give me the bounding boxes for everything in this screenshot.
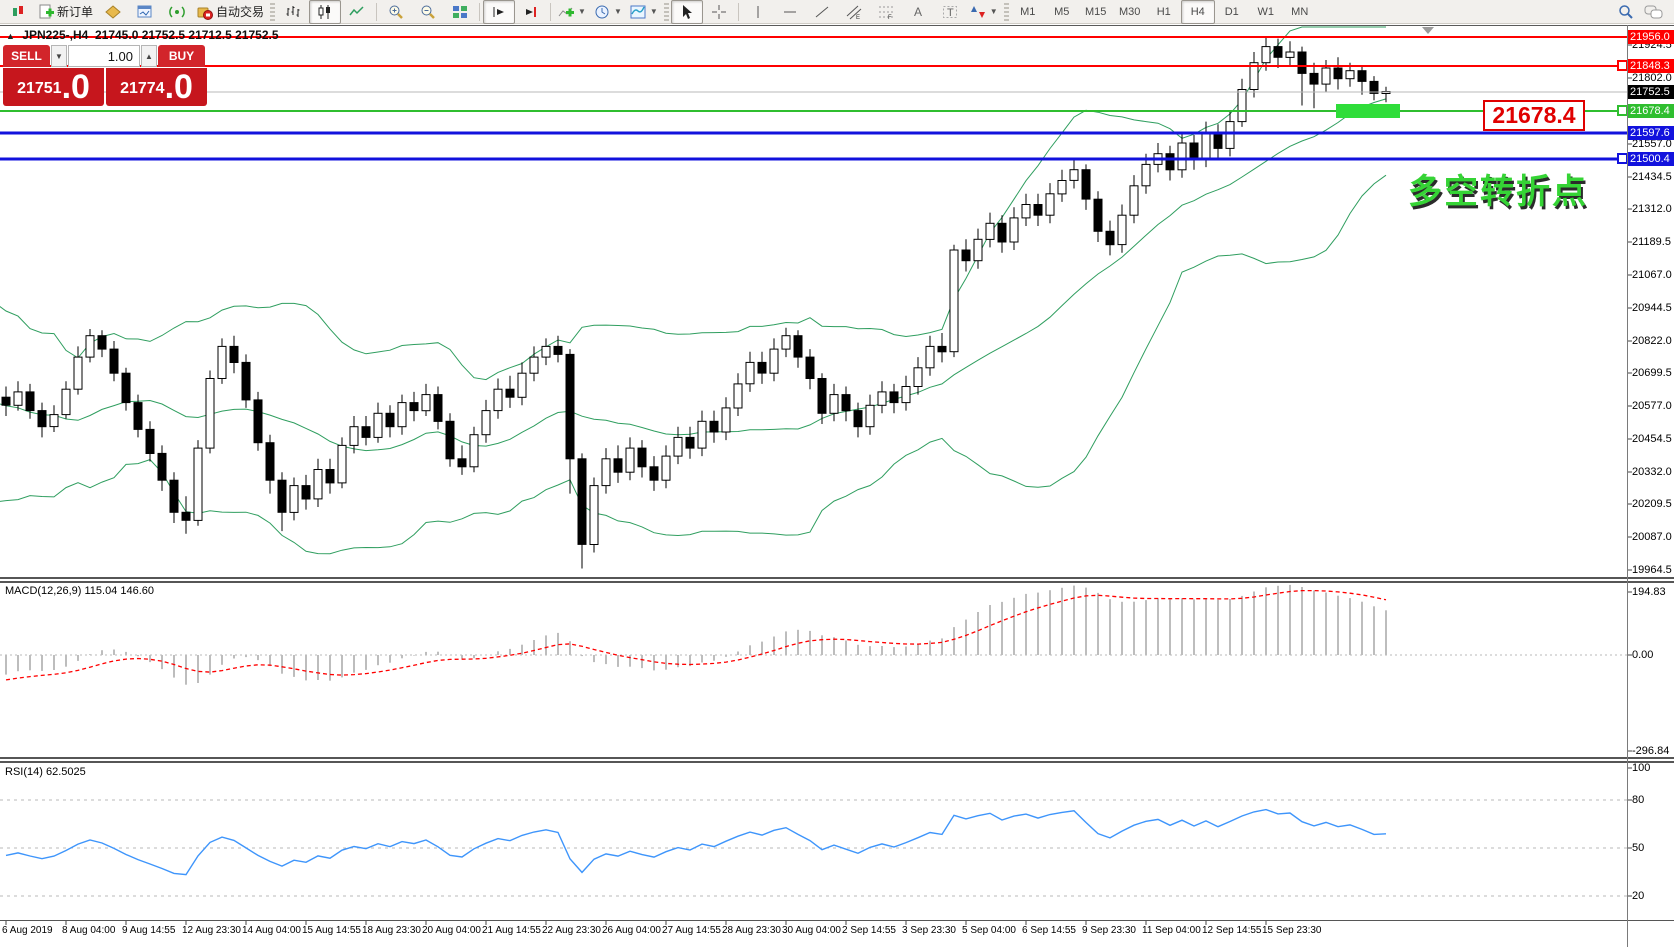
time-label: 9 Sep 23:30 — [1082, 925, 1136, 936]
time-label: 15 Sep 23:30 — [1262, 925, 1322, 936]
rsi-label: RSI(14) 62.5025 — [5, 766, 86, 778]
price-tag-label[interactable]: 21678.4 — [1483, 100, 1585, 131]
time-label: 2 Sep 14:55 — [842, 925, 896, 936]
price-badge: 21752.5 — [1628, 85, 1674, 99]
rsi-tick-label: 80 — [1632, 794, 1645, 806]
macd-panel-separator[interactable] — [0, 577, 1674, 583]
time-label: 11 Sep 04:00 — [1142, 925, 1201, 936]
volume-input[interactable]: 1.00 — [68, 45, 140, 67]
time-label: 27 Aug 14:55 — [662, 925, 721, 936]
time-label: 15 Aug 14:55 — [302, 925, 361, 936]
time-label: 28 Aug 23:30 — [722, 925, 781, 936]
sell-price-pips: .0 — [61, 68, 90, 106]
time-label: 12 Sep 14:55 — [1202, 925, 1262, 936]
macd-label: MACD(12,26,9) 115.04 146.60 — [5, 585, 154, 597]
price-badge: 21678.4 — [1628, 104, 1674, 118]
time-label: 6 Sep 14:55 — [1022, 925, 1076, 936]
buy-price-pips: .0 — [164, 68, 193, 106]
time-label: 5 Sep 04:00 — [962, 925, 1016, 936]
chart-ohlc: 21745.0 21752.5 21712.5 21752.5 — [94, 28, 279, 42]
time-label: 30 Aug 04:00 — [782, 925, 841, 936]
buy-price-main: 21774 — [120, 80, 165, 97]
time-axis-separator — [0, 920, 1674, 921]
price-tick-label: 20087.0 — [1632, 531, 1672, 543]
volume-increase-button[interactable]: ▲ — [141, 45, 157, 67]
price-tick-label: 20209.5 — [1632, 498, 1672, 510]
price-tick-label: 20822.0 — [1632, 335, 1672, 347]
volume-decrease-button[interactable]: ▼ — [51, 45, 67, 67]
turning-point-annotation[interactable]: 多空转折点 — [1408, 164, 1588, 213]
price-tick-label: 21312.0 — [1632, 203, 1672, 215]
sell-price-display[interactable]: 21751 .0 — [3, 68, 104, 106]
time-label: 9 Aug 14:55 — [122, 925, 176, 936]
price-tick-label: 21067.0 — [1632, 269, 1672, 281]
time-label: 22 Aug 23:30 — [542, 925, 601, 936]
price-tick-label: 20332.0 — [1632, 466, 1672, 478]
price-tick-label: 20944.5 — [1632, 302, 1672, 314]
one-click-trading-panel: SELL ▼ 1.00 ▲ BUY 21751 .0 21774 .0 — [3, 45, 207, 106]
sell-button[interactable]: SELL — [3, 45, 50, 67]
price-tick-label: 20577.0 — [1632, 400, 1672, 412]
chart-symbol: JPN225-,H4 — [22, 28, 89, 42]
rsi-tick-label: 50 — [1632, 842, 1645, 854]
macd-tick-label: 0.00 — [1632, 649, 1654, 661]
buy-button[interactable]: BUY — [158, 45, 205, 67]
price-tick-label: 21434.5 — [1632, 171, 1672, 183]
price-badge: 21597.6 — [1628, 126, 1674, 140]
mt4-window: 新订单 自动交易 ▼ ▼ ▼ E F A T ▼ M1 M5 M15 M30 H… — [0, 0, 1674, 947]
price-tick-label: 20699.5 — [1632, 367, 1672, 379]
price-badge: 21500.4 — [1628, 152, 1674, 166]
buy-price-display[interactable]: 21774 .0 — [106, 68, 207, 106]
price-tick-label: 21189.5 — [1632, 236, 1671, 248]
price-badge: 21848.3 — [1628, 59, 1674, 73]
macd-tick-label: -296.84 — [1632, 745, 1670, 757]
macd-tick-label: 194.83 — [1632, 586, 1666, 598]
price-badge: 21956.0 — [1628, 30, 1674, 44]
time-label: 8 Aug 04:00 — [62, 925, 116, 936]
sell-price-main: 21751 — [17, 80, 62, 97]
time-label: 20 Aug 04:00 — [422, 925, 481, 936]
time-label: 14 Aug 04:00 — [242, 925, 301, 936]
rsi-tick-label: 20 — [1632, 890, 1645, 902]
rsi-panel-separator[interactable] — [0, 757, 1674, 763]
time-label: 18 Aug 23:30 — [362, 925, 421, 936]
price-tick-label: 19964.5 — [1632, 564, 1672, 576]
rsi-tick-label: 100 — [1632, 762, 1651, 774]
price-tick-label: 21802.0 — [1632, 72, 1672, 84]
time-label: 26 Aug 04:00 — [602, 925, 661, 936]
chart-title: ▲ JPN225-,H4 21745.0 21752.5 21712.5 217… — [6, 28, 279, 42]
time-label: 6 Aug 2019 — [2, 925, 53, 936]
time-label: 21 Aug 14:55 — [482, 925, 541, 936]
collapse-triangle-icon[interactable]: ▲ — [6, 31, 15, 41]
time-label: 12 Aug 23:30 — [182, 925, 241, 936]
price-tick-label: 20454.5 — [1632, 433, 1672, 445]
time-label: 3 Sep 23:30 — [902, 925, 956, 936]
chart-canvas[interactable] — [0, 0, 1674, 947]
